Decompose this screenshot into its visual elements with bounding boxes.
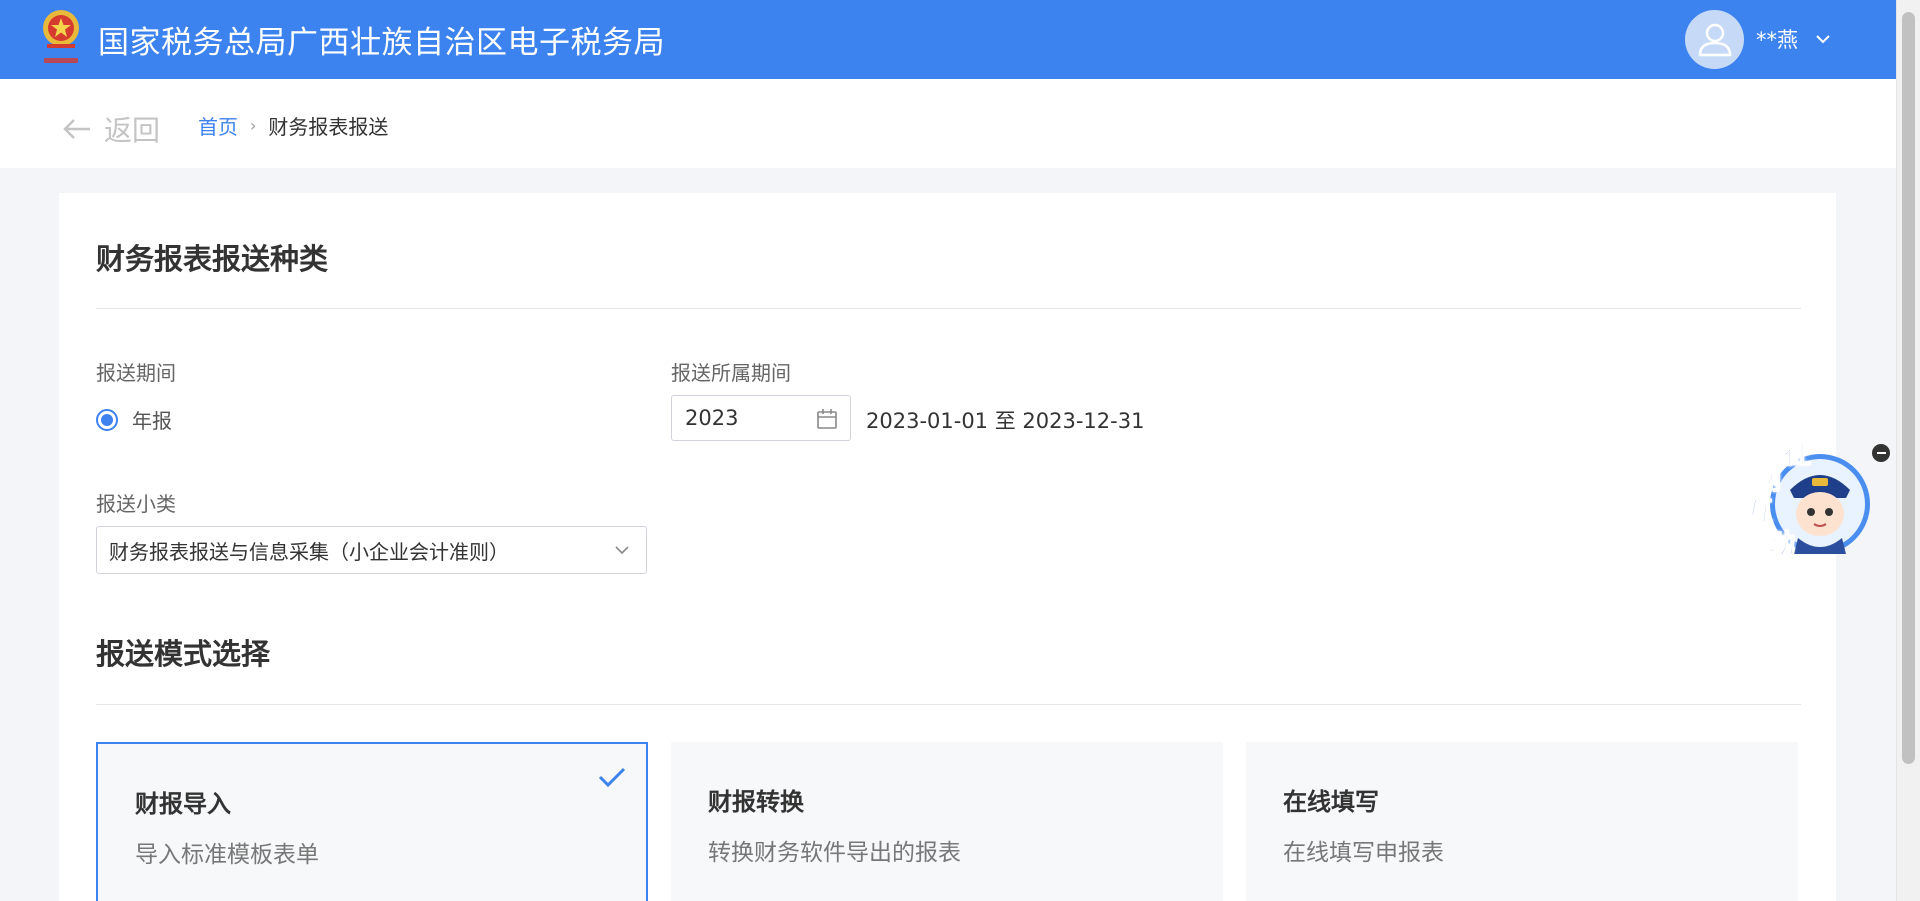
mode-card-import[interactable]: 财报导入 导入标准模板表单 bbox=[96, 742, 648, 901]
back-button[interactable]: 返回 bbox=[62, 109, 160, 149]
mascot-widget[interactable]: 征 纳 互 动 bbox=[1742, 438, 1872, 566]
subtype-label: 报送小类 bbox=[96, 492, 176, 516]
date-range-text: 2023-01-01 至 2023-12-31 bbox=[866, 409, 1145, 433]
section-title-type: 财务报表报送种类 bbox=[96, 242, 329, 276]
year-picker[interactable]: 2023 bbox=[671, 395, 851, 441]
belong-period-label: 报送所属期间 bbox=[671, 361, 791, 385]
site-title: 国家税务总局广西壮族自治区电子税务局 bbox=[98, 25, 665, 61]
check-icon bbox=[598, 767, 626, 788]
mode-desc: 导入标准模板表单 bbox=[135, 842, 319, 868]
radio-button[interactable] bbox=[96, 408, 118, 431]
mascot-close-button[interactable] bbox=[1872, 444, 1890, 462]
mascot-char: 动 bbox=[1768, 529, 1796, 561]
subtype-value[interactable]: 财务报表报送与信息采集（小企业会计准则） bbox=[109, 536, 509, 565]
page-scrollbar[interactable] bbox=[1896, 0, 1920, 901]
subtype-select[interactable]: 财务报表报送与信息采集（小企业会计准则） bbox=[96, 526, 647, 574]
user-icon bbox=[1698, 23, 1731, 57]
arrow-left-icon bbox=[63, 119, 90, 139]
breadcrumb-home-link[interactable]: 首页 bbox=[198, 111, 238, 140]
divider bbox=[96, 308, 1801, 309]
mode-desc: 转换财务软件导出的报表 bbox=[708, 840, 961, 866]
section-title-mode: 报送模式选择 bbox=[96, 637, 271, 671]
tax-emblem-logo bbox=[43, 10, 79, 63]
scrollbar-thumb[interactable] bbox=[1902, 12, 1915, 764]
main-card: 财务报表报送种类 报送期间 年报 报送所属期间 2023 2023-01-01 … bbox=[59, 193, 1836, 901]
mode-desc: 在线填写申报表 bbox=[1283, 840, 1444, 866]
breadcrumb-current: 财务报表报送 bbox=[268, 115, 389, 139]
chevron-right-icon: › bbox=[250, 116, 257, 135]
calendar-icon[interactable] bbox=[816, 408, 838, 430]
mascot-char: 征 bbox=[1784, 439, 1812, 471]
avatar[interactable] bbox=[1685, 9, 1744, 69]
mode-title: 财报导入 bbox=[135, 790, 231, 818]
breadcrumb-bar: 返回 首页 › 财务报表报送 bbox=[0, 79, 1896, 168]
radio-annual[interactable]: 年报 bbox=[96, 405, 172, 434]
username[interactable]: **燕 bbox=[1756, 24, 1798, 54]
breadcrumb: 首页 › 财务报表报送 bbox=[198, 111, 388, 140]
mode-title: 在线填写 bbox=[1283, 788, 1379, 816]
chevron-down-icon[interactable] bbox=[1816, 34, 1830, 44]
back-label[interactable]: 返回 bbox=[104, 109, 160, 149]
divider bbox=[96, 704, 1801, 705]
year-value[interactable]: 2023 bbox=[685, 406, 738, 430]
user-menu[interactable]: **燕 bbox=[1685, 9, 1846, 69]
radio-label[interactable]: 年报 bbox=[132, 405, 172, 434]
period-label: 报送期间 bbox=[96, 361, 176, 385]
mode-card-online[interactable]: 在线填写 在线填写申报表 bbox=[1246, 742, 1798, 901]
chevron-down-icon[interactable] bbox=[614, 542, 630, 558]
top-header: 国家税务总局广西壮族自治区电子税务局 **燕 bbox=[0, 0, 1896, 79]
mode-title: 财报转换 bbox=[708, 788, 804, 816]
mode-card-convert[interactable]: 财报转换 转换财务软件导出的报表 bbox=[671, 742, 1223, 901]
